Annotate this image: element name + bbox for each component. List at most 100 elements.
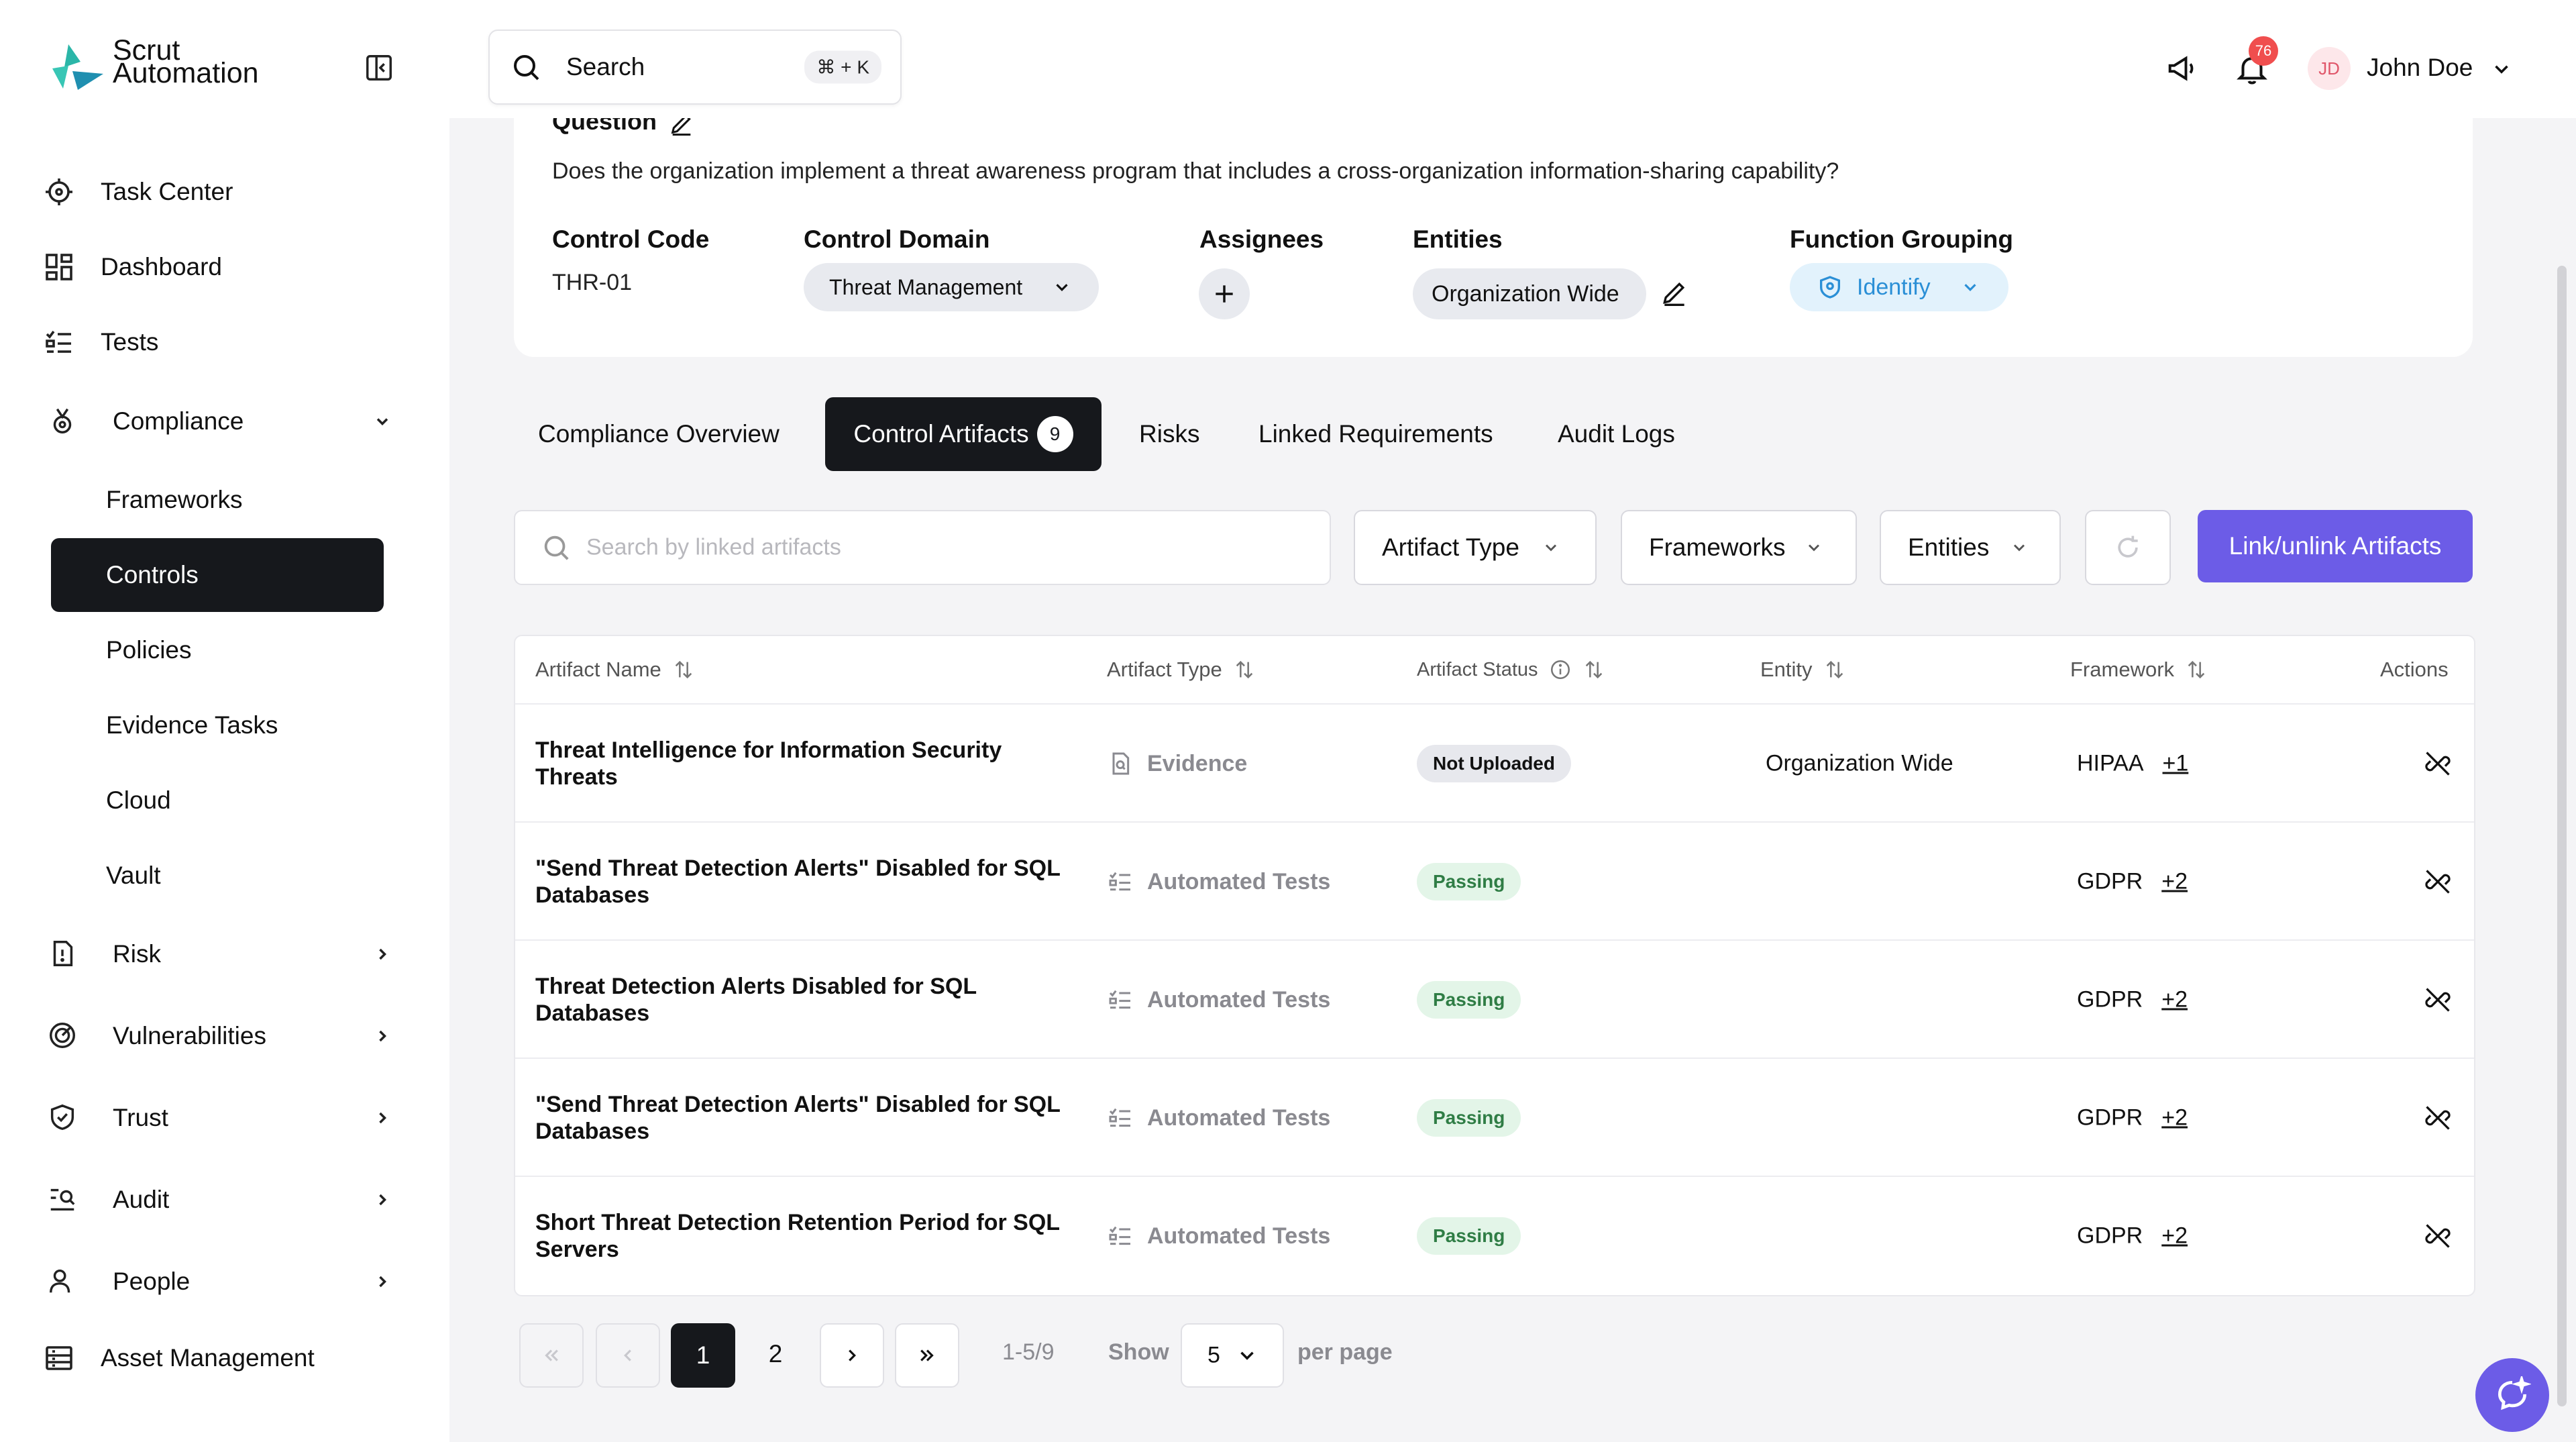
chevron-down-icon (2010, 538, 2029, 557)
double-chevron-right-icon (920, 1349, 934, 1361)
page-1-button[interactable]: 1 (671, 1323, 735, 1388)
unlink-artifact-icon[interactable] (2423, 1103, 2453, 1133)
function-grouping-label: Function Grouping (1790, 225, 2013, 253)
sort-icon (1236, 660, 1252, 679)
tab-linked-requirements[interactable]: Linked Requirements (1258, 397, 1493, 471)
per-page-select[interactable]: 5 (1181, 1323, 1284, 1388)
per-page-label: per page (1297, 1339, 1393, 1365)
table-row[interactable]: Short Threat Detection Retention Period … (515, 1176, 2474, 1295)
frameworks-filter[interactable]: Frameworks (1621, 510, 1857, 585)
radar-icon (47, 1020, 79, 1052)
control-domain-dropdown[interactable]: Threat Management (804, 263, 1099, 311)
prev-page-button[interactable] (596, 1323, 660, 1388)
nav-policies[interactable]: Policies (51, 613, 384, 687)
unlink-artifact-icon[interactable] (2423, 867, 2453, 896)
last-page-button[interactable] (895, 1323, 959, 1388)
table-row[interactable]: "Send Threat Detection Alerts" Disabled … (515, 821, 2474, 941)
artifact-type-filter[interactable]: Artifact Type (1354, 510, 1597, 585)
function-grouping-dropdown[interactable]: Identify (1790, 263, 2008, 311)
search-icon (510, 51, 542, 83)
more-frameworks-link[interactable]: +2 (2161, 1105, 2188, 1131)
nav-risk[interactable]: Risk (0, 921, 449, 988)
dashboard-icon (43, 251, 75, 283)
chevron-down-icon (1052, 277, 1072, 297)
nav-vulnerabilities[interactable]: Vulnerabilities (0, 1002, 449, 1070)
user-name[interactable]: John Doe (2367, 54, 2473, 82)
tab-control-artifacts[interactable]: Control Artifacts 9 (825, 397, 1102, 471)
col-artifact-status[interactable]: Artifact Status (1417, 636, 1605, 703)
nav-controls[interactable]: Controls (51, 538, 384, 612)
artifacts-search-input[interactable]: Search by linked artifacts (514, 510, 1331, 585)
info-icon[interactable] (1549, 658, 1572, 681)
sort-icon (1826, 660, 1843, 679)
table-row[interactable]: Threat Detection Alerts Disabled for SQL… (515, 939, 2474, 1059)
page-scrollbar[interactable] (2557, 266, 2567, 1406)
entities-label: Entities (1413, 225, 1503, 253)
risk-icon (47, 938, 79, 970)
tab-risks[interactable]: Risks (1139, 397, 1199, 471)
nav-dashboard[interactable]: Dashboard (0, 234, 449, 301)
global-search[interactable]: Search ⌘ + K (488, 30, 902, 105)
col-entity[interactable]: Entity (1760, 636, 1846, 703)
page-range: 1-5/9 (1002, 1339, 1055, 1365)
user-avatar[interactable]: JD (2308, 47, 2351, 90)
status-badge: Not Uploaded (1417, 745, 1571, 782)
col-artifact-name[interactable]: Artifact Name (535, 636, 695, 703)
page-2-button[interactable]: 2 (745, 1323, 806, 1385)
artifacts-table: Artifact Name Artifact Type Artifact Sta… (514, 635, 2475, 1296)
collapse-sidebar-icon[interactable] (364, 52, 394, 83)
chevron-right-icon (373, 1109, 392, 1127)
chevron-down-icon (373, 412, 392, 431)
nav-asset-management[interactable]: Asset Management (0, 1325, 449, 1392)
col-framework[interactable]: Framework (2070, 636, 2208, 703)
tab-compliance-overview[interactable]: Compliance Overview (538, 397, 780, 471)
nav-trust[interactable]: Trust (0, 1084, 449, 1151)
chat-support-button[interactable] (2475, 1358, 2549, 1432)
link-unlink-artifacts-button[interactable]: Link/unlink Artifacts (2198, 510, 2473, 582)
unlink-artifact-icon[interactable] (2423, 985, 2453, 1015)
col-artifact-type[interactable]: Artifact Type (1107, 636, 1256, 703)
chevron-right-icon (373, 1190, 392, 1209)
chevron-right-icon (373, 1272, 392, 1291)
nav-people[interactable]: People (0, 1248, 449, 1315)
crosshair-icon (43, 176, 75, 208)
reset-filters-button[interactable] (2085, 510, 2171, 585)
assignees-label: Assignees (1199, 225, 1324, 253)
unlink-artifact-icon[interactable] (2423, 749, 2453, 778)
nav-compliance[interactable]: Compliance (0, 388, 449, 455)
nav-cloud[interactable]: Cloud (51, 764, 384, 837)
add-assignee-button[interactable] (1199, 268, 1250, 319)
unlink-artifact-icon[interactable] (2423, 1221, 2453, 1251)
scrut-logo-icon (48, 42, 105, 93)
more-frameworks-link[interactable]: +2 (2161, 869, 2188, 895)
status-badge: Passing (1417, 1099, 1521, 1137)
entities-filter[interactable]: Entities (1880, 510, 2061, 585)
nav-tests[interactable]: Tests (0, 309, 449, 376)
tab-audit-logs[interactable]: Audit Logs (1558, 397, 1675, 471)
announcement-icon[interactable] (2164, 51, 2199, 86)
chevron-right-icon (849, 1349, 856, 1361)
first-page-button[interactable] (519, 1323, 584, 1388)
plus-icon (1216, 285, 1233, 303)
refresh-icon (2113, 533, 2143, 562)
edit-entities-icon[interactable] (1660, 278, 1689, 307)
more-frameworks-link[interactable]: +2 (2161, 1223, 2188, 1249)
nav-frameworks[interactable]: Frameworks (51, 463, 384, 537)
search-shortcut-badge: ⌘ + K (804, 50, 881, 84)
chevron-down-icon (1805, 538, 1823, 557)
nav-audit[interactable]: Audit (0, 1166, 449, 1233)
entity-chip: Organization Wide (1413, 268, 1646, 319)
nav-evidence-tasks[interactable]: Evidence Tasks (51, 688, 384, 762)
table-row[interactable]: "Send Threat Detection Alerts" Disabled … (515, 1058, 2474, 1177)
nav-task-center[interactable]: Task Center (0, 158, 449, 225)
search-icon (541, 532, 572, 563)
chat-icon (2498, 1376, 2531, 1410)
notification-count-badge: 76 (2249, 36, 2278, 66)
next-page-button[interactable] (820, 1323, 884, 1388)
user-menu-chevron-icon[interactable] (2490, 58, 2513, 81)
nav-vault[interactable]: Vault (51, 839, 384, 913)
table-row[interactable]: Threat Intelligence for Information Secu… (515, 703, 2474, 823)
more-frameworks-link[interactable]: +1 (2163, 751, 2189, 777)
more-frameworks-link[interactable]: +2 (2161, 987, 2188, 1013)
control-domain-label: Control Domain (804, 225, 990, 253)
